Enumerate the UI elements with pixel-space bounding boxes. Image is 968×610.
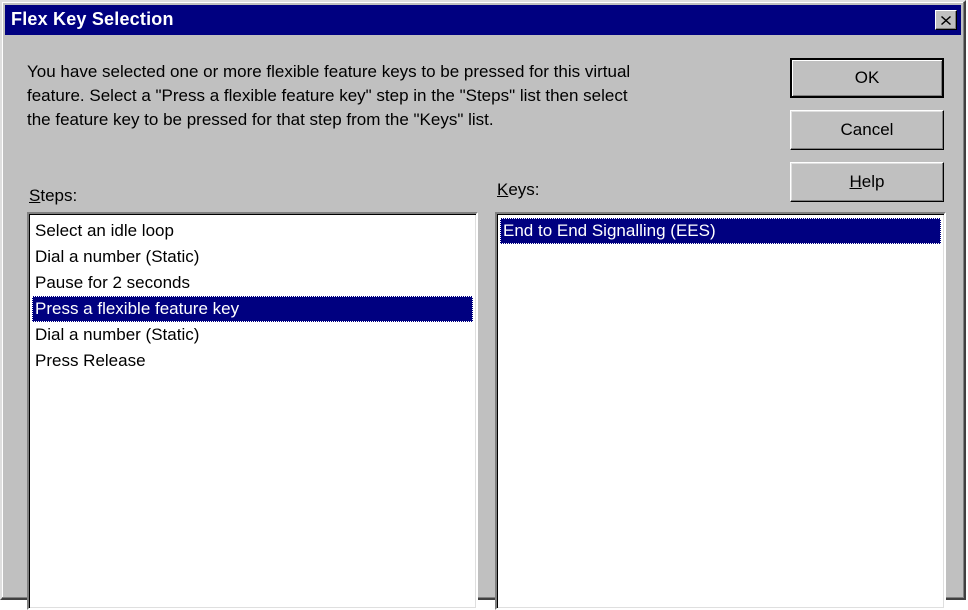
help-button-label: Help xyxy=(850,172,885,192)
steps-accelerator: S xyxy=(29,186,41,205)
keys-accelerator: K xyxy=(497,180,509,199)
steps-list-item[interactable]: Select an idle loop xyxy=(32,218,473,244)
title-bar[interactable]: Flex Key Selection xyxy=(5,5,961,35)
cancel-button[interactable]: Cancel xyxy=(790,110,944,150)
window-title: Flex Key Selection xyxy=(11,9,174,29)
help-accelerator: H xyxy=(849,172,862,191)
help-label-rest: elp xyxy=(861,172,885,191)
steps-list-item[interactable]: Dial a number (Static) xyxy=(32,244,473,270)
keys-list-item[interactable]: End to End Signalling (EES) xyxy=(500,218,941,244)
steps-label: Steps: xyxy=(29,186,77,206)
steps-list-item[interactable]: Pause for 2 seconds xyxy=(32,270,473,296)
keys-list-items: End to End Signalling (EES) xyxy=(500,218,941,244)
steps-listbox[interactable]: Select an idle loop Dial a number (Static… xyxy=(27,212,478,610)
instructions-line-1: You have selected one or more flexible f… xyxy=(27,62,631,81)
steps-list-item[interactable]: Dial a number (Static) xyxy=(32,322,473,348)
steps-list-items: Select an idle loop Dial a number (Static… xyxy=(32,218,473,374)
ok-button[interactable]: OK xyxy=(790,58,944,98)
close-button[interactable] xyxy=(935,10,957,30)
help-button[interactable]: Help xyxy=(790,162,944,202)
steps-label-rest: teps: xyxy=(40,186,78,205)
flex-key-selection-dialog: Flex Key Selection You have selected one… xyxy=(0,0,966,610)
keys-label: Keys: xyxy=(497,180,540,200)
keys-listbox[interactable]: End to End Signalling (EES) xyxy=(495,212,946,610)
steps-list-item[interactable]: Press Release xyxy=(32,348,473,374)
instructions-text: You have selected one or more flexible f… xyxy=(27,60,787,132)
ok-button-label: OK xyxy=(854,68,880,87)
close-x-icon xyxy=(941,15,951,25)
steps-list-item[interactable]: Press a flexible feature key xyxy=(32,296,473,322)
instructions-line-3: the feature key to be pressed for that s… xyxy=(27,110,494,129)
cancel-button-label: Cancel xyxy=(840,120,894,139)
instructions-line-2: feature. Select a "Press a flexible feat… xyxy=(27,86,628,105)
keys-label-rest: eys: xyxy=(508,180,540,199)
